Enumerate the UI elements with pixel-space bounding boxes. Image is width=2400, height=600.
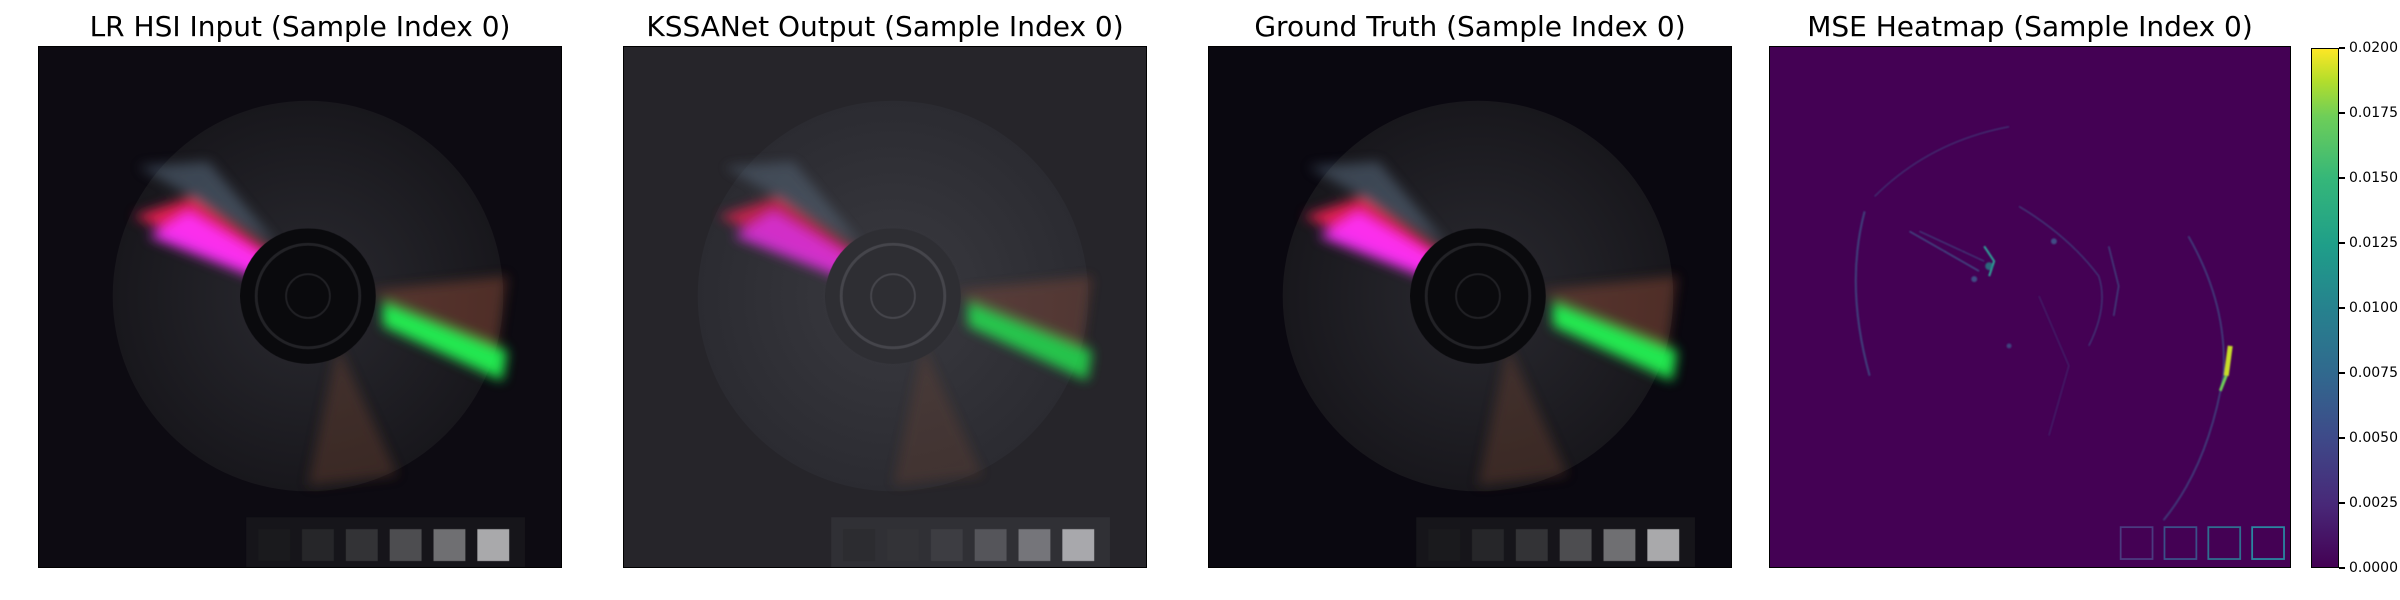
colorbar-tick: 0.0125 [2339,235,2398,251]
heatmap-mse [1769,46,2291,568]
calibration-patch [886,529,919,562]
tick-mark [2339,502,2345,504]
tick-mark [2339,567,2345,569]
colorbar-tick: 0.0150 [2339,170,2398,186]
heatmap-background [1770,47,2290,567]
tick-mark [2339,437,2345,439]
cd-hub [825,228,961,364]
calibration-patch [1062,529,1095,562]
tick-label: 0.0000 [2349,560,2398,576]
tick-label: 0.0075 [2349,365,2398,381]
cd-hub [1410,228,1546,364]
calibration-patch [930,529,963,562]
cd-hub [240,228,376,364]
tick-label: 0.0050 [2349,430,2398,446]
panel-title: Ground Truth (Sample Index 0) [1254,10,1686,43]
calibration-patch [1018,529,1051,562]
calibration-patch [1515,529,1548,562]
calibration-patch [433,529,466,562]
calibration-patch [1603,529,1636,562]
tick-mark [2339,47,2345,49]
calibration-patch [301,529,334,562]
colorbar-tick: 0.0025 [2339,495,2398,511]
calibration-patch [1471,529,1504,562]
colorbar [2311,48,2339,568]
tick-label: 0.0150 [2349,170,2398,186]
panel-title: MSE Heatmap (Sample Index 0) [1807,10,2253,43]
colorbar-ticks: 0.0000 0.0025 0.0050 0.0075 0.0100 0.0125 0.01… [2339,40,2399,576]
colorbar-tick: 0.0100 [2339,300,2398,316]
tick-label: 0.0175 [2349,105,2398,121]
panel-title: LR HSI Input (Sample Index 0) [89,10,511,43]
tick-mark [2339,307,2345,309]
calibration-patch [389,529,422,562]
calibration-patch [258,529,291,562]
calibration-patch [843,529,876,562]
tick-label: 0.0125 [2349,235,2398,251]
cd-image-output [624,47,1146,567]
calibration-patch [477,529,510,562]
panel-title: KSSANet Output (Sample Index 0) [646,10,1124,43]
image-ground-truth [1208,46,1732,568]
colorbar-tick: 0.0175 [2339,105,2398,121]
calibration-patch [1428,529,1461,562]
image-kssanet-output [623,46,1147,568]
tick-mark [2339,372,2345,374]
colorbar-tick: 0.0075 [2339,365,2398,381]
calibration-patch [345,529,378,562]
colorbar-tick: 0.0200 [2339,40,2398,56]
tick-label: 0.0100 [2349,300,2398,316]
tick-mark [2339,242,2345,244]
cd-image-input [39,47,561,567]
colorbar-tick: 0.0000 [2339,560,2398,576]
tick-label: 0.0200 [2349,40,2398,56]
tick-mark [2339,112,2345,114]
tick-label: 0.0025 [2349,495,2398,511]
calibration-patch [1647,529,1680,562]
colorbar-tick: 0.0050 [2339,430,2398,446]
calibration-patch [1559,529,1592,562]
mse-heatmap-image [1770,47,2290,567]
image-lr-input [38,46,562,568]
tick-mark [2339,177,2345,179]
calibration-patch [974,529,1007,562]
cd-image-truth [1209,47,1731,567]
